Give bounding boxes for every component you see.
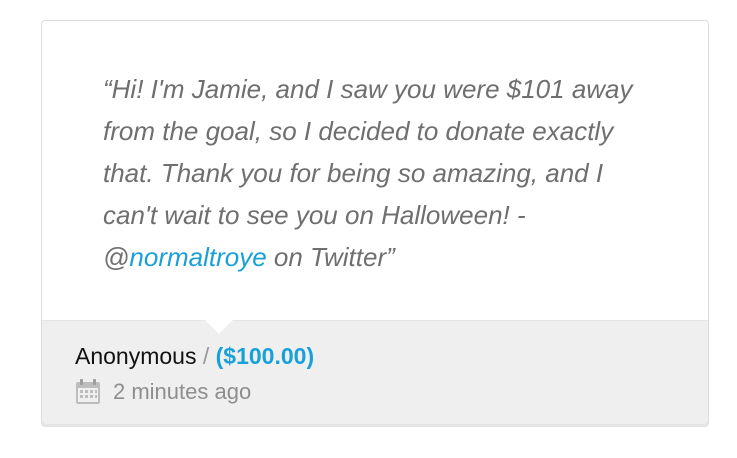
donation-footer: Anonymous / ($100.00) 2 minutes ago <box>42 320 708 424</box>
at-symbol: @ <box>103 242 130 272</box>
donor-name: Anonymous <box>75 343 197 369</box>
donor-line: Anonymous / ($100.00) <box>75 342 314 370</box>
timestamp-line: 2 minutes ago <box>75 378 251 406</box>
message-text: “Hi! I'm Jamie, and I saw you were $101 … <box>103 74 633 230</box>
time-ago: 2 minutes ago <box>113 379 252 404</box>
twitter-handle-link[interactable]: normaltroye <box>129 242 266 272</box>
donation-message: “Hi! I'm Jamie, and I saw you were $101 … <box>103 68 663 278</box>
donation-card: “Hi! I'm Jamie, and I saw you were $101 … <box>41 20 709 424</box>
speech-notch <box>205 320 233 334</box>
donation-amount: ($100.00) <box>215 343 315 369</box>
message-suffix: on Twitter” <box>266 242 395 272</box>
separator: / <box>202 343 210 369</box>
calendar-icon <box>75 379 101 405</box>
